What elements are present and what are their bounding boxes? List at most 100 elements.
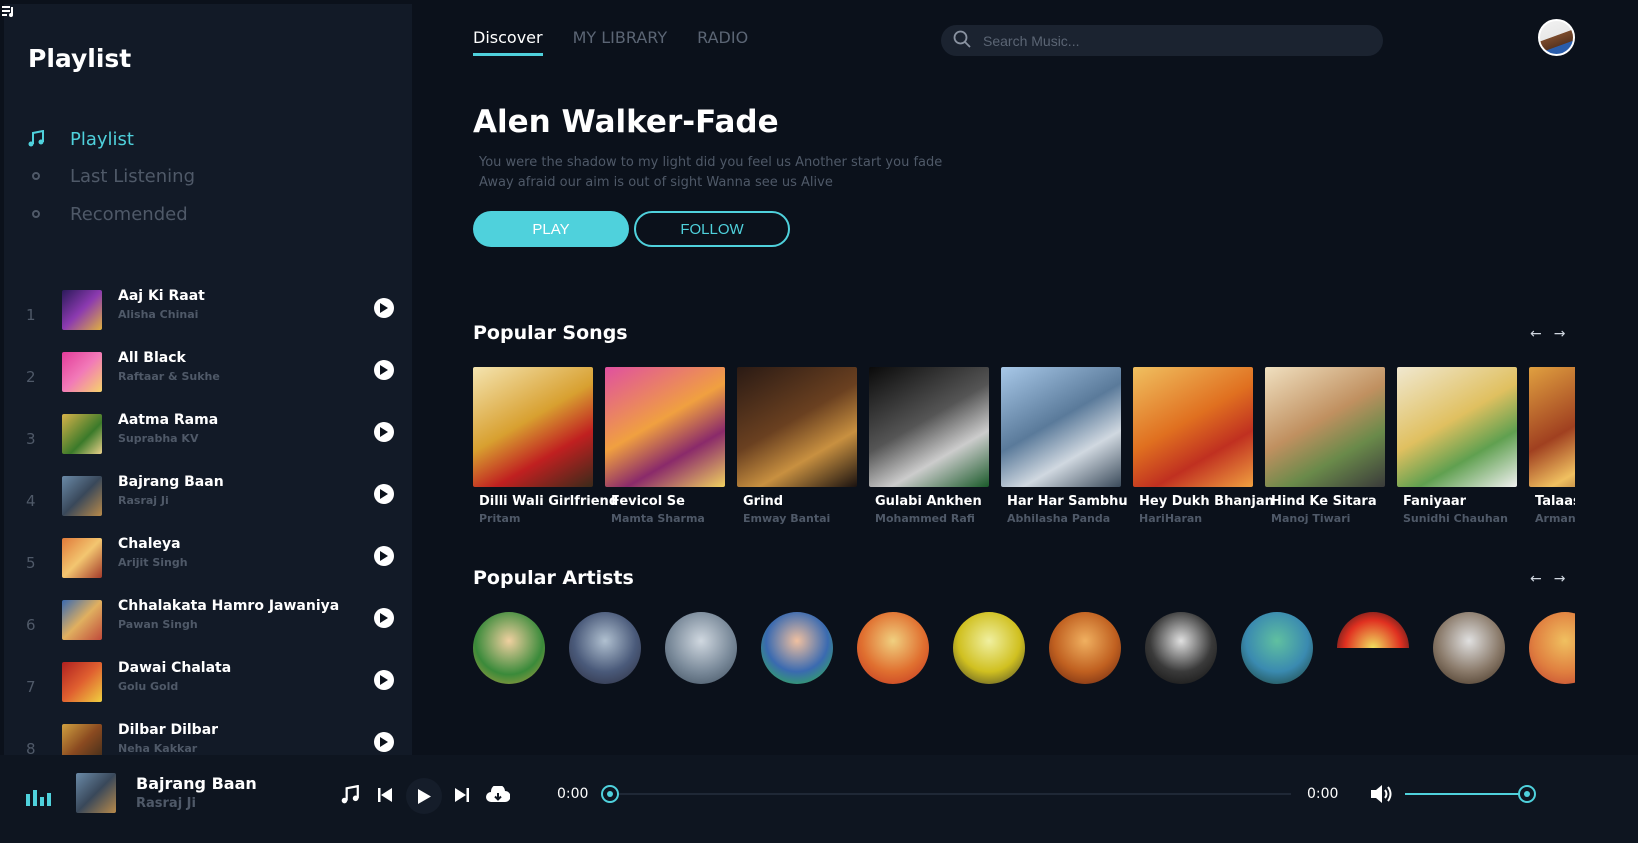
song-artist: Arman	[1535, 512, 1575, 525]
artist-avatar[interactable]	[1529, 612, 1575, 684]
artist-avatar[interactable]	[1337, 612, 1409, 648]
tab-my-library[interactable]: MY LIBRARY	[573, 28, 668, 56]
track-row[interactable]: 5 Chaleya Arijit Singh	[4, 536, 412, 600]
track-number: 3	[26, 430, 36, 448]
follow-button[interactable]: FOLLOW	[634, 211, 790, 247]
artist-avatar[interactable]	[857, 612, 929, 684]
search-bar	[941, 25, 1383, 56]
sidebar-item-label: Recomended	[70, 203, 188, 225]
volume-icon[interactable]	[1370, 782, 1396, 806]
play-icon[interactable]	[406, 778, 442, 814]
song-card[interactable]: Har Har Sambhu Abhilasha Panda	[1001, 367, 1128, 525]
arrow-left-icon[interactable]: ←	[1530, 571, 1542, 587]
song-card[interactable]: Gulabi Ankhen Mohammed Rafi	[869, 367, 989, 525]
tab-discover[interactable]: Discover	[473, 28, 543, 56]
sidebar-item-label: Playlist	[70, 128, 134, 150]
artist-avatar[interactable]	[761, 612, 833, 684]
play-icon[interactable]	[374, 732, 394, 752]
song-artist: Sunidhi Chauhan	[1403, 512, 1508, 525]
now-playing-cover	[76, 773, 116, 813]
track-title: All Black	[118, 350, 186, 366]
track-title: Dawai Chalata	[118, 660, 232, 676]
sidebar-title: Playlist	[28, 44, 132, 73]
arrow-right-icon[interactable]: →	[1554, 571, 1566, 587]
song-title: Grind	[743, 494, 784, 509]
artist-avatar[interactable]	[665, 612, 737, 684]
song-title: Talaash	[1535, 494, 1575, 509]
track-row[interactable]: 8 Dilbar Dilbar Neha Kakkar	[4, 722, 412, 755]
play-icon[interactable]	[374, 484, 394, 504]
skip-next-icon[interactable]	[454, 784, 470, 806]
song-card[interactable]: Faniyaar Sunidhi Chauhan	[1397, 367, 1517, 525]
track-row[interactable]: 4 Bajrang Baan Rasraj Ji	[4, 474, 412, 538]
avatar[interactable]	[1538, 19, 1575, 56]
playlist-menu-icon[interactable]	[2, 2, 20, 18]
track-row[interactable]: 7 Dawai Chalata Golu Gold	[4, 660, 412, 724]
main-tabs: Discover MY LIBRARY RADIO	[473, 28, 748, 56]
song-cover	[473, 367, 593, 487]
track-row[interactable]: 2 All Black Raftaar & Sukhe	[4, 350, 412, 414]
play-icon[interactable]	[374, 360, 394, 380]
song-card[interactable]: Hey Dukh Bhanjan HariHaran	[1133, 367, 1274, 525]
volume-knob[interactable]	[1518, 785, 1536, 803]
song-card[interactable]: Fevicol Se Mamta Sharma	[605, 367, 725, 525]
play-icon[interactable]	[374, 546, 394, 566]
track-artist: Alisha Chinai	[118, 308, 199, 321]
song-cover	[1001, 367, 1121, 487]
sidebar-item-last-listening[interactable]: Last Listening	[26, 163, 195, 189]
volume-slider[interactable]	[1405, 793, 1527, 795]
current-time: 0:00	[557, 786, 589, 802]
track-number: 8	[26, 740, 36, 755]
artist-avatar[interactable]	[1145, 612, 1217, 684]
artist-avatar[interactable]	[1433, 612, 1505, 684]
skip-previous-icon[interactable]	[377, 784, 393, 806]
progress-knob[interactable]	[601, 785, 619, 803]
artist-avatar[interactable]	[953, 612, 1025, 684]
track-row[interactable]: 6 Chhalakata Hamro Jawaniya Pawan Singh	[4, 598, 412, 662]
track-cover	[62, 352, 102, 392]
play-icon[interactable]	[374, 670, 394, 690]
track-cover	[62, 662, 102, 702]
sidebar-item-playlist[interactable]: Playlist	[26, 126, 134, 152]
play-icon[interactable]	[374, 422, 394, 442]
song-artist: Mamta Sharma	[611, 512, 705, 525]
play-button[interactable]: PLAY	[473, 211, 629, 247]
artist-avatar[interactable]	[473, 612, 545, 684]
popular-songs-nav: ← →	[1530, 326, 1565, 342]
song-card[interactable]: Dilli Wali Girlfriend Pritam	[473, 367, 618, 525]
song-title: Fevicol Se	[611, 494, 685, 509]
track-cover	[62, 476, 102, 516]
song-artist: Pritam	[479, 512, 521, 525]
tab-radio[interactable]: RADIO	[697, 28, 748, 56]
sidebar: Playlist Playlist Last Listening Recomen…	[4, 4, 412, 755]
sidebar-item-recomended[interactable]: Recomended	[26, 201, 188, 227]
track-artist: Raftaar & Sukhe	[118, 370, 220, 383]
song-cover	[605, 367, 725, 487]
song-card[interactable]: Talaash Arman	[1529, 367, 1575, 525]
song-card[interactable]: Hind Ke Sitara Manoj Tiwari	[1265, 367, 1385, 525]
song-artist: Emway Bantai	[743, 512, 831, 525]
arrow-left-icon[interactable]: ←	[1530, 326, 1542, 342]
track-artist: Golu Gold	[118, 680, 179, 693]
track-row[interactable]: 3 Aatma Rama Suprabha KV	[4, 412, 412, 476]
track-number: 6	[26, 616, 36, 634]
track-title: Aatma Rama	[118, 412, 219, 428]
hero-description-line: You were the shadow to my light did you …	[479, 155, 943, 170]
track-number: 2	[26, 368, 36, 386]
search-icon	[953, 30, 971, 52]
popular-artists-list	[473, 612, 1575, 684]
artist-avatar[interactable]	[1049, 612, 1121, 684]
sidebar-item-label: Last Listening	[70, 165, 195, 187]
artist-avatar[interactable]	[569, 612, 641, 684]
search-input[interactable]	[983, 32, 1363, 49]
download-cloud-icon[interactable]	[485, 784, 511, 806]
popular-artists-title: Popular Artists	[473, 567, 634, 589]
progress-bar[interactable]	[601, 793, 1291, 795]
arrow-right-icon[interactable]: →	[1554, 326, 1566, 342]
track-row[interactable]: 1 Aaj Ki Raat Alisha Chinai	[4, 288, 412, 352]
play-icon[interactable]	[374, 608, 394, 628]
song-card[interactable]: Grind Emway Bantai	[737, 367, 857, 525]
music-note-icon[interactable]	[339, 784, 361, 806]
artist-avatar[interactable]	[1241, 612, 1313, 684]
play-icon[interactable]	[374, 298, 394, 318]
